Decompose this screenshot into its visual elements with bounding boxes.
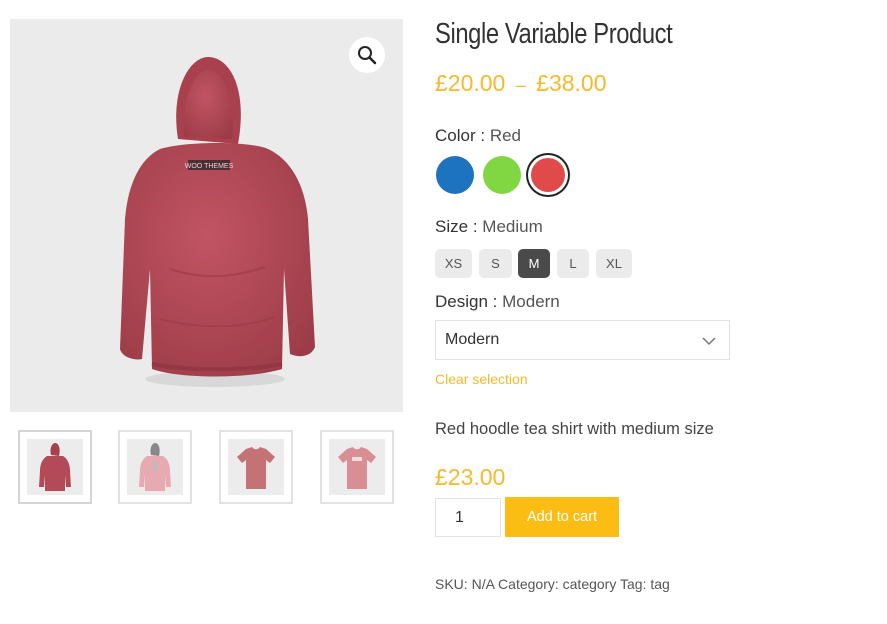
thumbnail-red-tshirt[interactable]	[219, 430, 293, 504]
product-meta: SKU: N/A Category: category Tag: tag	[435, 576, 670, 592]
product-gallery: WOO THEMES	[10, 19, 403, 412]
size-option-xl[interactable]: XL	[596, 249, 632, 278]
thumbnail-pink-tshirt[interactable]	[320, 430, 394, 504]
tag-label: Tag:	[619, 576, 647, 592]
size-option-xs[interactable]: XS	[435, 249, 472, 278]
design-attribute-label: Design : Modern	[435, 292, 560, 312]
tag-link[interactable]: tag	[650, 576, 669, 592]
pink-hoodie-thumbnail-image	[139, 443, 171, 491]
swatch-blue[interactable]	[436, 156, 474, 194]
category-label: Category:	[498, 576, 559, 592]
add-to-cart-button[interactable]: Add to cart	[505, 497, 619, 537]
price-min: £20.00	[435, 70, 506, 96]
design-sep: :	[492, 292, 498, 311]
size-option-m[interactable]: M	[518, 249, 550, 278]
red-hoodie-thumbnail-image	[39, 443, 71, 491]
price-max: £38.00	[536, 70, 607, 96]
variation-description: Red hoodle tea shirt with medium size	[435, 420, 714, 438]
pink-tshirt-thumbnail-image	[338, 447, 376, 489]
magnifier-icon	[358, 46, 377, 65]
color-swatches	[435, 155, 635, 195]
design-selected-option: Modern	[445, 331, 500, 348]
price-separator: –	[515, 75, 526, 95]
hoodie-logo-text: WOO THEMES	[185, 163, 234, 170]
size-attribute-label: Size : Medium	[435, 217, 543, 237]
category-link[interactable]: category	[563, 576, 617, 592]
color-sep: :	[480, 126, 486, 145]
red-tshirt-thumbnail-image	[237, 447, 275, 489]
thumbnail-red-hoodie[interactable]	[18, 430, 92, 504]
size-sep: :	[472, 217, 478, 236]
design-select[interactable]: Modern	[435, 320, 730, 360]
size-label: Size	[435, 217, 469, 236]
color-attribute-label: Color : Red	[435, 126, 521, 146]
design-label: Design	[435, 292, 488, 311]
thumbnail-pink-hoodie[interactable]	[118, 430, 192, 504]
size-option-s[interactable]: S	[479, 249, 512, 278]
variation-price: £23.00	[435, 464, 506, 490]
clear-selection-link[interactable]: Clear selection	[435, 371, 528, 387]
chevron-down-icon	[702, 337, 716, 346]
quantity-input[interactable]	[435, 498, 501, 537]
swatch-red[interactable]	[531, 158, 565, 192]
color-value: Red	[489, 126, 522, 145]
gallery-thumbnails	[18, 430, 398, 506]
price-range: £20.00 – £38.00	[435, 70, 607, 97]
color-label: Color	[435, 126, 476, 145]
sku-label: SKU:	[435, 576, 468, 592]
sku-value: N/A	[471, 576, 495, 592]
swatch-green[interactable]	[483, 156, 521, 194]
size-option-l[interactable]: L	[557, 249, 589, 278]
zoom-button[interactable]	[349, 37, 385, 73]
size-value: Medium	[482, 217, 543, 236]
main-product-image[interactable]: WOO THEMES	[10, 19, 403, 412]
size-options: XS S M L XL	[435, 249, 665, 279]
design-value: Modern	[502, 292, 560, 311]
product-title: Single Variable Product	[435, 18, 673, 50]
